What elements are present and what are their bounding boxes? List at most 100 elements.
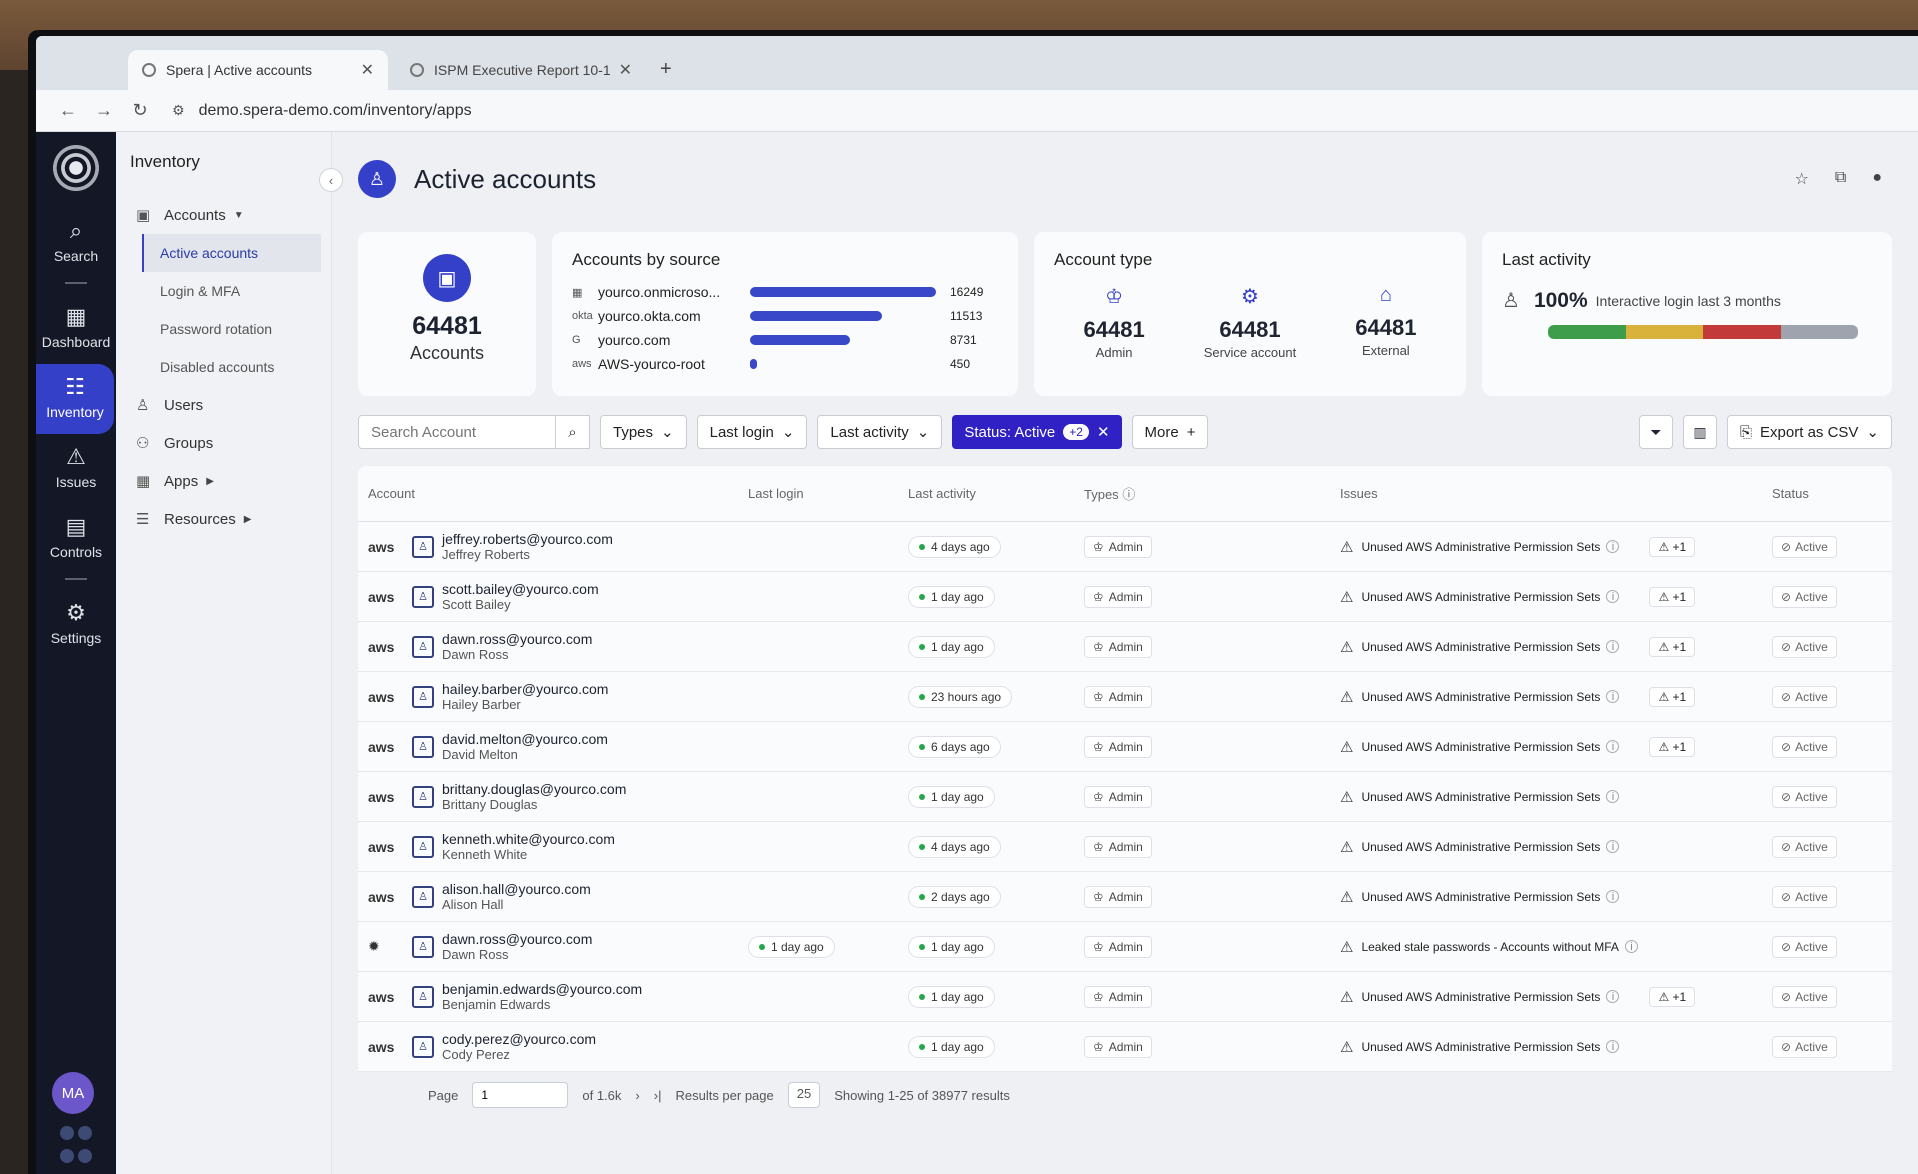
back-arrow-icon[interactable]: ← xyxy=(50,100,86,121)
search-input[interactable] xyxy=(358,415,556,449)
filter-icon[interactable]: ⏷ xyxy=(1639,415,1674,449)
types-filter[interactable]: Types ⌄ xyxy=(600,415,687,449)
table-row[interactable]: aws ♙ cody.perez@yourco.com Cody Perez 1 day… xyxy=(358,1022,1892,1072)
nav-group-accounts[interactable]: ▣ Accounts ▼ xyxy=(130,196,321,234)
table-row[interactable]: aws ♙ scott.bailey@yourco.com Scott Bailey 1… xyxy=(358,572,1892,622)
nav-login-mfa[interactable]: Login & MFA xyxy=(142,272,321,310)
issue-text[interactable]: Unused AWS Administrative Permission Set… xyxy=(1361,790,1600,804)
source-row[interactable]: ▦ yourco.onmicroso... 16249 xyxy=(572,280,998,304)
account-email[interactable]: brittany.douglas@yourco.com xyxy=(442,781,626,797)
issue-text[interactable]: Unused AWS Administrative Permission Set… xyxy=(1361,890,1600,904)
nav-group-users[interactable]: ♙ Users xyxy=(130,386,321,424)
forward-arrow-icon[interactable]: → xyxy=(86,100,122,121)
columns-icon[interactable]: ▥ xyxy=(1683,415,1718,449)
info-icon[interactable]: i xyxy=(1606,890,1620,903)
account-email[interactable]: dawn.ross@yourco.com xyxy=(442,631,592,647)
address-bar[interactable]: ⚙ demo.spera-demo.com/inventory/apps xyxy=(172,96,1918,126)
status-filter-chip[interactable]: Status: Active +2 ✕ xyxy=(952,415,1122,449)
page-input[interactable] xyxy=(472,1082,569,1108)
table-row[interactable]: aws ♙ brittany.douglas@yourco.com Brittany … xyxy=(358,772,1892,822)
info-icon[interactable]: i xyxy=(1606,540,1620,553)
info-icon[interactable]: i xyxy=(1606,690,1620,703)
type-external[interactable]: ⌂ 64481 External xyxy=(1355,284,1416,360)
issue-text[interactable]: Unused AWS Administrative Permission Set… xyxy=(1361,690,1600,704)
info-icon[interactable]: i xyxy=(1606,1040,1620,1053)
table-row[interactable]: aws ♙ alison.hall@yourco.com Alison Hall 2 d… xyxy=(358,872,1892,922)
activity-bar[interactable] xyxy=(1548,325,1858,339)
nav-group-groups[interactable]: ⚇ Groups xyxy=(130,424,321,462)
rail-issues[interactable]: ⚠ Issues xyxy=(36,434,116,504)
spera-logo-icon[interactable] xyxy=(50,142,102,194)
col-status[interactable]: Status xyxy=(1772,486,1892,501)
source-row[interactable]: G yourco.com 8731 xyxy=(572,328,998,352)
table-row[interactable]: aws ♙ benjamin.edwards@yourco.com Benjamin … xyxy=(358,972,1892,1022)
more-issues-badge[interactable]: ⚠ +1 xyxy=(1649,736,1696,757)
info-icon[interactable]: i xyxy=(1606,990,1620,1003)
issue-text[interactable]: Unused AWS Administrative Permission Set… xyxy=(1361,590,1600,604)
nav-group-resources[interactable]: ☰ Resources ▶ xyxy=(130,500,321,538)
rail-inventory[interactable]: ☷ Inventory xyxy=(36,364,114,434)
issue-text[interactable]: Leaked stale passwords - Accounts withou… xyxy=(1361,940,1618,954)
reload-icon[interactable]: ↻ xyxy=(122,100,158,121)
issue-text[interactable]: Unused AWS Administrative Permission Set… xyxy=(1361,1040,1600,1054)
last-activity-filter[interactable]: Last activity ⌄ xyxy=(817,415,943,449)
nav-group-apps[interactable]: ▦ Apps ▶ xyxy=(130,462,321,500)
more-filters-button[interactable]: More + xyxy=(1131,415,1209,449)
user-avatar[interactable]: MA xyxy=(52,1072,94,1114)
source-row[interactable]: okta yourco.okta.com 11513 xyxy=(572,304,998,328)
close-icon[interactable]: ✕ xyxy=(361,60,374,80)
account-email[interactable]: alison.hall@yourco.com xyxy=(442,881,591,897)
search-button[interactable]: ⌕ xyxy=(556,415,590,449)
table-row[interactable]: aws ♙ david.melton@yourco.com David Melton 6… xyxy=(358,722,1892,772)
col-issues[interactable]: Issues xyxy=(1340,486,1772,501)
col-types[interactable]: Types ⓘ xyxy=(1084,484,1340,503)
account-email[interactable]: kenneth.white@yourco.com xyxy=(442,831,615,847)
next-page-icon[interactable]: › xyxy=(635,1088,639,1103)
issue-text[interactable]: Unused AWS Administrative Permission Set… xyxy=(1361,540,1600,554)
type-service-account[interactable]: ⚙ 64481 Service account xyxy=(1204,284,1297,360)
issue-text[interactable]: Unused AWS Administrative Permission Set… xyxy=(1361,990,1600,1004)
extensions-icon[interactable]: ⧉ xyxy=(1835,169,1846,189)
rail-controls[interactable]: ▤ Controls xyxy=(36,504,116,574)
col-last-login[interactable]: Last login xyxy=(748,486,908,501)
profile-icon[interactable]: ● xyxy=(1872,169,1882,189)
more-issues-badge[interactable]: ⚠ +1 xyxy=(1649,536,1696,557)
issue-text[interactable]: Unused AWS Administrative Permission Set… xyxy=(1361,840,1600,854)
account-email[interactable]: dawn.ross@yourco.com xyxy=(442,931,592,947)
source-row[interactable]: aws AWS-yourco-root 450 xyxy=(572,352,998,376)
rail-dashboard[interactable]: ▦ Dashboard xyxy=(36,294,116,364)
account-email[interactable]: benjamin.edwards@yourco.com xyxy=(442,981,642,997)
last-page-icon[interactable]: ›| xyxy=(654,1088,662,1103)
new-tab-icon[interactable]: + xyxy=(660,58,672,81)
account-email[interactable]: scott.bailey@yourco.com xyxy=(442,581,599,597)
nav-disabled-accounts[interactable]: Disabled accounts xyxy=(142,348,321,386)
export-csv-button[interactable]: ⎘ Export as CSV ⌄ xyxy=(1727,415,1892,449)
table-row[interactable]: ✹ ♙ dawn.ross@yourco.com Dawn Ross 1 day ago… xyxy=(358,922,1892,972)
nav-active-accounts[interactable]: Active accounts xyxy=(142,234,321,272)
issue-text[interactable]: Unused AWS Administrative Permission Set… xyxy=(1361,640,1600,654)
more-issues-badge[interactable]: ⚠ +1 xyxy=(1649,586,1696,607)
tab-executive-report[interactable]: ISPM Executive Report 10-16 ✕ xyxy=(396,50,646,90)
table-row[interactable]: aws ♙ jeffrey.roberts@yourco.com Jeffrey Ro… xyxy=(358,522,1892,572)
info-icon[interactable]: i xyxy=(1624,940,1638,953)
account-email[interactable]: david.melton@yourco.com xyxy=(442,731,608,747)
account-email[interactable]: jeffrey.roberts@yourco.com xyxy=(442,531,613,547)
tab-active-accounts[interactable]: Spera | Active accounts ✕ xyxy=(128,50,388,90)
type-admin[interactable]: ♔ 64481 Admin xyxy=(1084,284,1145,360)
rail-search[interactable]: ⌕ Search xyxy=(36,208,116,278)
col-account[interactable]: Account xyxy=(368,486,748,501)
info-icon[interactable]: i xyxy=(1606,840,1620,853)
account-email[interactable]: cody.perez@yourco.com xyxy=(442,1031,596,1047)
table-row[interactable]: aws ♙ kenneth.white@yourco.com Kenneth Whit… xyxy=(358,822,1892,872)
more-issues-badge[interactable]: ⚠ +1 xyxy=(1649,636,1696,657)
star-icon[interactable]: ☆ xyxy=(1795,169,1809,189)
account-email[interactable]: hailey.barber@yourco.com xyxy=(442,681,608,697)
close-icon[interactable]: ✕ xyxy=(1097,423,1110,441)
close-icon[interactable]: ✕ xyxy=(619,60,632,80)
info-icon[interactable]: i xyxy=(1606,640,1620,653)
more-issues-badge[interactable]: ⚠ +1 xyxy=(1649,986,1696,1007)
last-login-filter[interactable]: Last login ⌄ xyxy=(696,415,808,449)
site-settings-icon[interactable]: ⚙ xyxy=(172,102,185,119)
issue-text[interactable]: Unused AWS Administrative Permission Set… xyxy=(1361,740,1600,754)
per-page-select[interactable]: 25 xyxy=(787,1082,821,1108)
